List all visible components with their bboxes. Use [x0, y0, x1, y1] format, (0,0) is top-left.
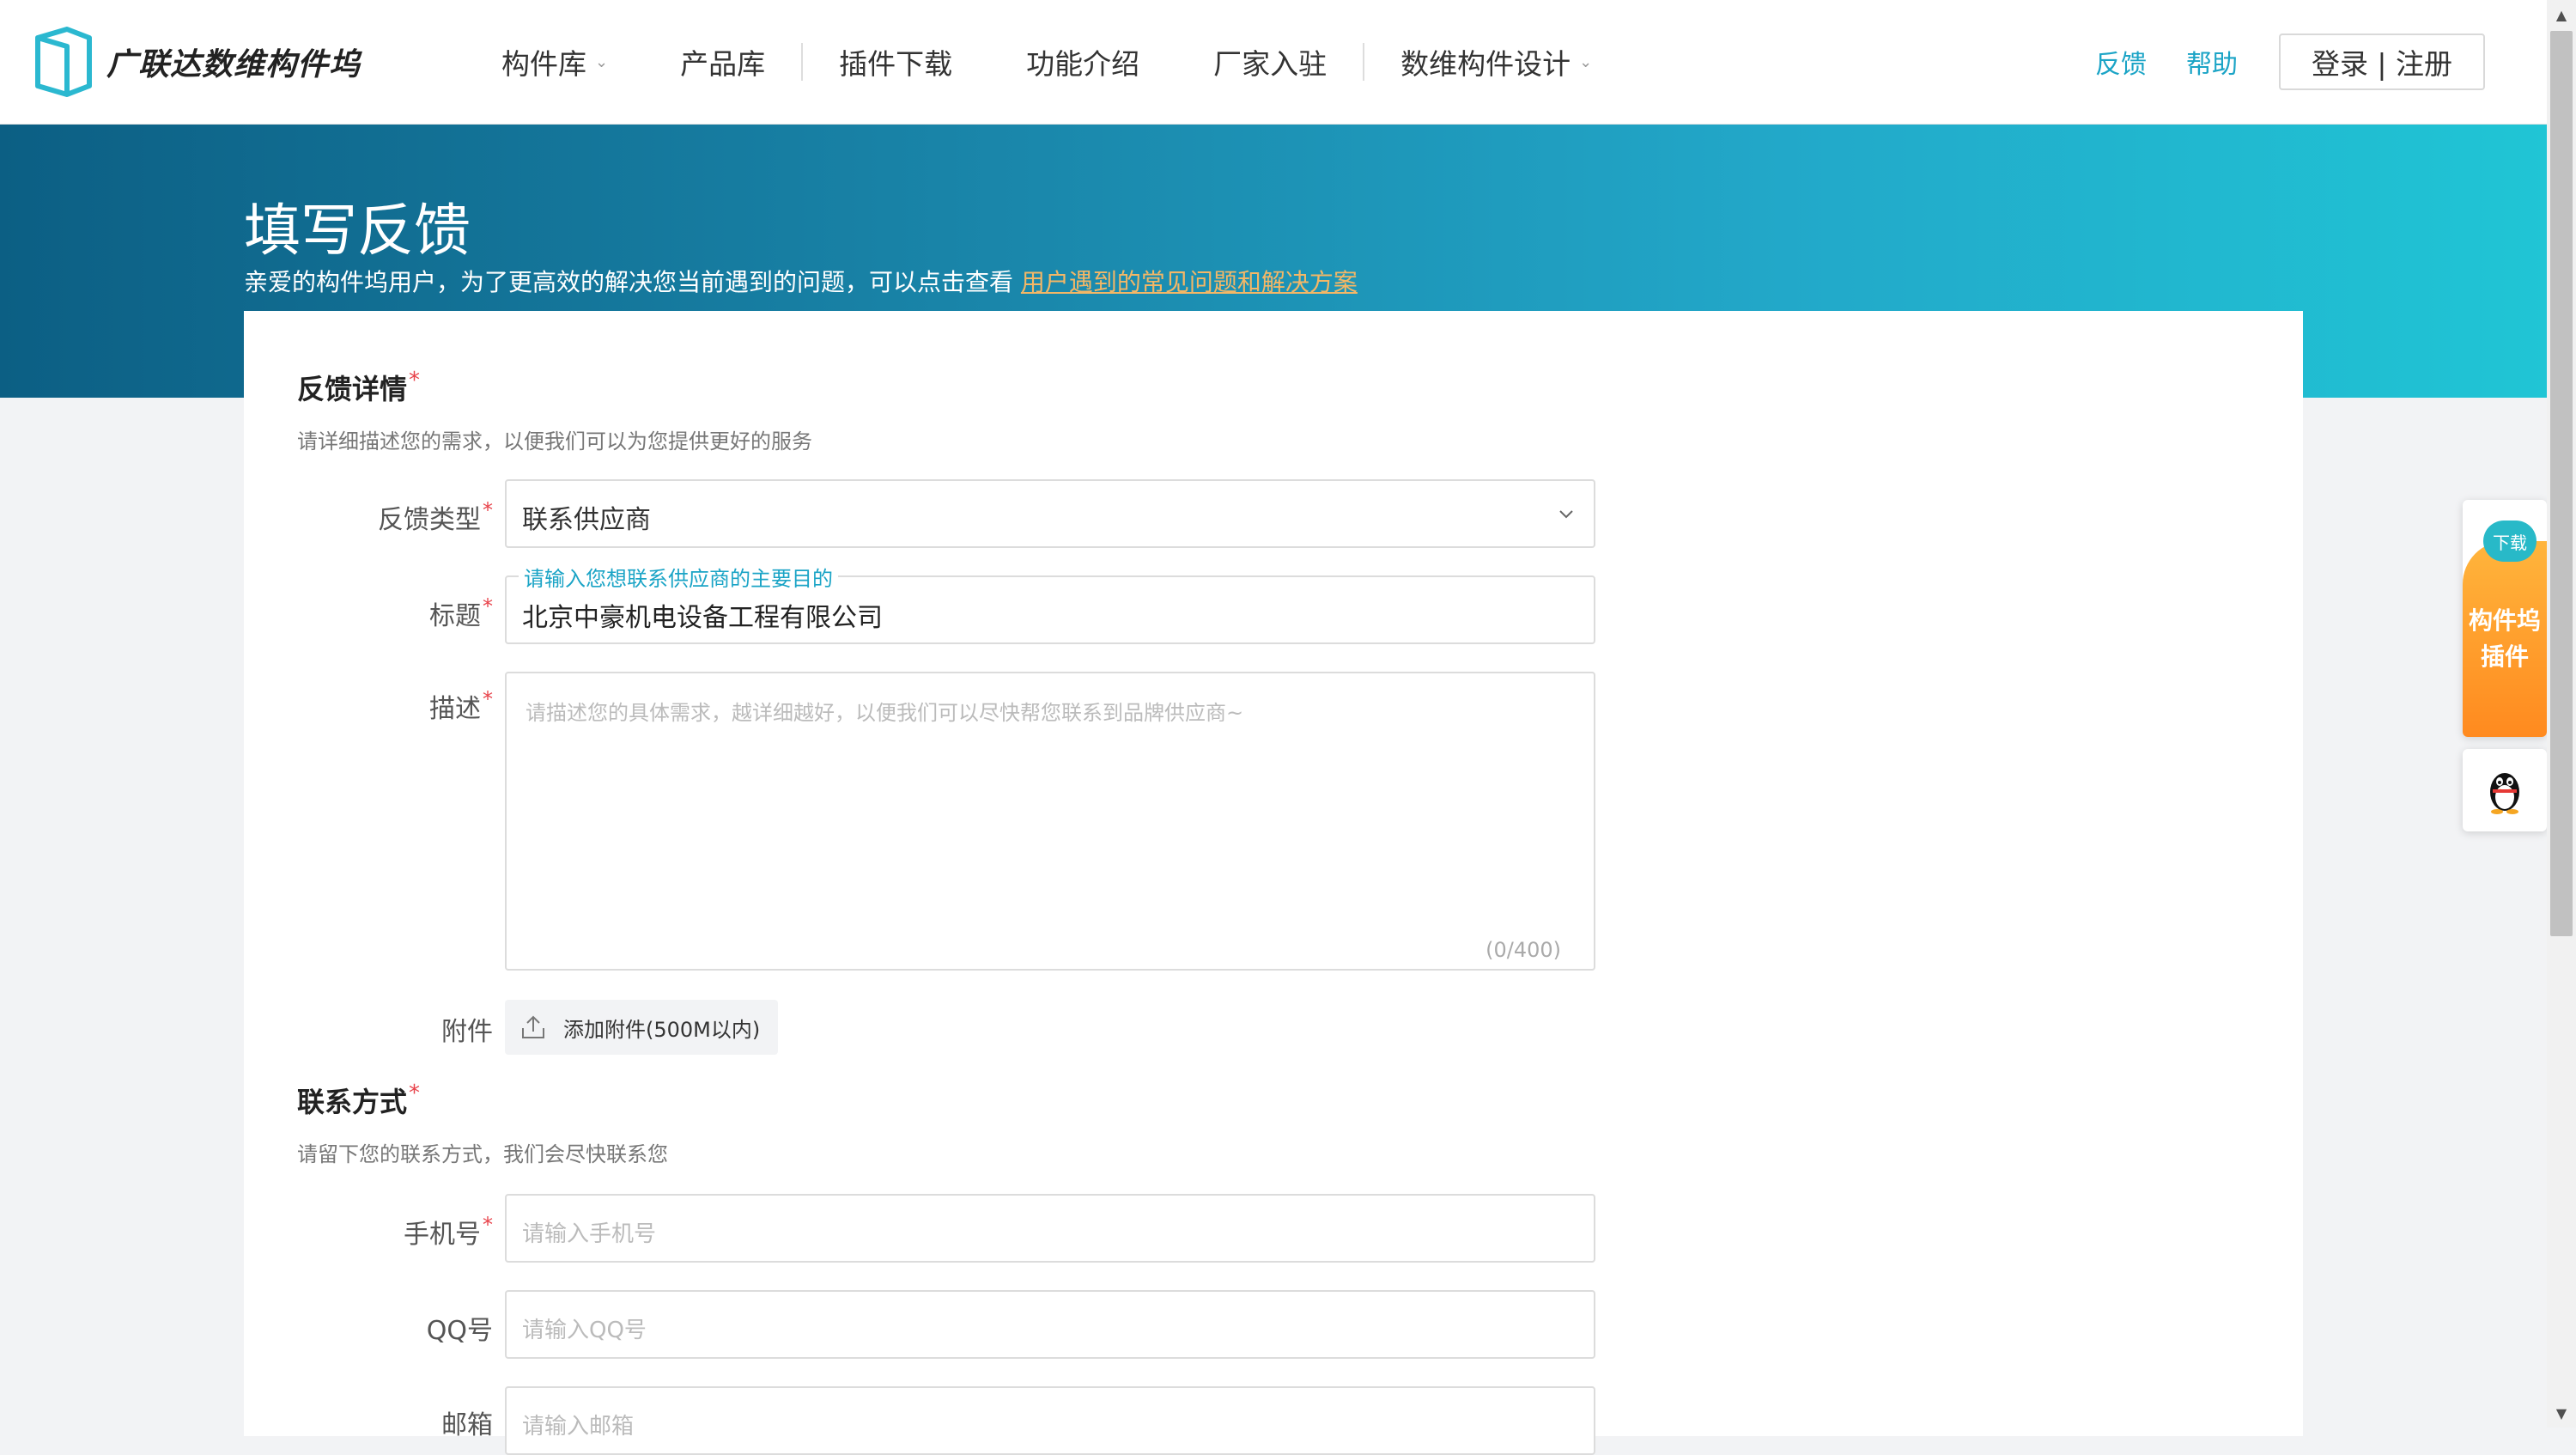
plugin-line-1: 构件坞 [2468, 606, 2541, 635]
phone-label: 手机号* [244, 1213, 493, 1251]
logo-mark-icon[interactable] [33, 26, 94, 98]
section-title-contact: 联系方式* [297, 1081, 420, 1120]
nav-item-label: 厂家入驻 [1213, 47, 1327, 81]
nav-item-product-library[interactable]: 产品库 [680, 41, 765, 82]
description-textarea[interactable]: 请描述您的具体需求，越详细越好，以便我们可以尽快帮您联系到品牌供应商~ (0/4… [505, 672, 1595, 971]
label-text: 描述 [429, 694, 481, 724]
nav-item-plugin-download[interactable]: 插件下载 [839, 41, 952, 82]
page-title: 填写反馈 [244, 198, 471, 264]
plugin-line-2: 插件 [2480, 642, 2529, 671]
nav-divider [1363, 43, 1365, 81]
required-mark: * [483, 498, 493, 522]
brand-name[interactable]: 广联达数维构件坞 [106, 40, 361, 84]
feedback-type-value: 联系供应商 [522, 505, 651, 535]
nav-item-component-library[interactable]: 构件库 ⌄ [501, 41, 608, 82]
title-value: 北京中豪机电设备工程有限公司 [522, 603, 883, 633]
required-mark: * [483, 594, 493, 618]
top-header: 广联达数维构件坞 构件库 ⌄ 产品库 插件下载 功能介绍 厂家入驻 数维构件设计… [0, 0, 2547, 125]
phone-input[interactable]: 请输入手机号 [505, 1194, 1595, 1263]
section-title-text: 反馈详情 [297, 373, 408, 405]
add-attachment-label: 添加附件(500M以内) [563, 1017, 761, 1042]
faq-link[interactable]: 用户遇到的常见问题和解决方案 [1021, 268, 1358, 296]
banner-subtitle: 亲爱的构件坞用户，为了更高效的解决您当前遇到的问题，可以点击查看 用户遇到的常见… [244, 264, 1358, 298]
phone-placeholder: 请输入手机号 [522, 1221, 657, 1247]
description-placeholder: 请描述您的具体需求，越详细越好，以便我们可以尽快帮您联系到品牌供应商~ [526, 701, 1244, 725]
chevron-down-icon: ⌄ [595, 52, 609, 71]
char-counter: (0/400) [1485, 938, 1561, 962]
banner-subtitle-text: 亲爱的构件坞用户，为了更高效的解决您当前遇到的问题，可以点击查看 [244, 268, 1021, 296]
add-attachment-button[interactable]: 添加附件(500M以内) [505, 1000, 778, 1055]
feedback-type-label: 反馈类型* [244, 498, 493, 536]
required-mark: * [409, 368, 421, 393]
email-label: 邮箱 [441, 1410, 493, 1440]
scroll-up-arrow-icon[interactable]: ▲ [2547, 0, 2576, 29]
qq-penguin-icon [2490, 773, 2519, 814]
nav-item-features[interactable]: 功能介绍 [1026, 41, 1139, 82]
label-text: 手机号 [404, 1220, 481, 1250]
nav-divider [801, 43, 804, 81]
plugin-widget-text: 构件坞 插件 [2463, 603, 2547, 675]
attachment-label: 附件 [441, 1017, 493, 1047]
nav-item-label: 构件库 [501, 47, 586, 81]
qq-placeholder: 请输入QQ号 [522, 1318, 647, 1343]
upload-icon [522, 1015, 544, 1038]
description-label: 描述* [244, 687, 493, 725]
header-actions: 反馈 帮助 登录 | 注册 [2095, 0, 2485, 124]
required-mark: * [409, 1081, 421, 1106]
page-scrollbar[interactable]: ▲ ▼ [2547, 0, 2576, 1428]
chevron-down-icon [1559, 510, 1573, 519]
qq-input[interactable]: 请输入QQ号 [505, 1290, 1595, 1359]
chevron-down-icon: ⌄ [1579, 52, 1593, 71]
section-desc-details: 请详细描述您的需求，以便我们可以为您提供更好的服务 [297, 429, 812, 454]
scrollbar-thumb[interactable] [2550, 31, 2573, 936]
feedback-form-card: 反馈详情* 请详细描述您的需求，以便我们可以为您提供更好的服务 反馈类型* 联系… [244, 311, 2303, 1455]
qq-contact-widget[interactable] [2463, 749, 2547, 831]
email-input[interactable]: 请输入邮箱 [505, 1386, 1595, 1455]
section-title-text: 联系方式 [297, 1086, 408, 1118]
title-label: 标题* [244, 594, 493, 632]
nav-item-label: 功能介绍 [1026, 47, 1140, 81]
main-nav: 构件库 ⌄ 产品库 插件下载 功能介绍 厂家入驻 数维构件设计 ⌄ [501, 0, 1592, 124]
title-float-label: 请输入您想联系供应商的主要目的 [519, 562, 838, 592]
help-link[interactable]: 帮助 [2186, 43, 2238, 81]
plugin-download-badge: 下载 [2483, 521, 2537, 562]
section-title-details: 反馈详情* [297, 368, 420, 407]
section-desc-contact: 请留下您的联系方式，我们会尽快联系您 [297, 1142, 668, 1166]
plugin-download-widget[interactable]: 下载 构件坞 插件 [2463, 500, 2547, 737]
nav-item-label: 产品库 [680, 47, 766, 81]
login-register-button[interactable]: 登录 | 注册 [2279, 33, 2485, 90]
label-text: 标题 [429, 601, 481, 631]
label-text: 反馈类型 [378, 505, 481, 535]
required-mark: * [483, 1213, 493, 1237]
nav-item-label: 插件下载 [839, 47, 953, 81]
nav-item-vendor-join[interactable]: 厂家入驻 [1213, 41, 1327, 82]
feedback-type-select[interactable]: 联系供应商 [505, 479, 1595, 548]
email-placeholder: 请输入邮箱 [522, 1414, 635, 1440]
nav-item-label: 数维构件设计 [1400, 47, 1571, 81]
qq-label: QQ号 [426, 1316, 493, 1346]
title-input[interactable]: 请输入您想联系供应商的主要目的 北京中豪机电设备工程有限公司 [505, 562, 1595, 644]
feedback-link[interactable]: 反馈 [2095, 43, 2147, 81]
scroll-down-arrow-icon[interactable]: ▼ [2547, 1398, 2576, 1428]
required-mark: * [483, 687, 493, 711]
nav-item-component-design[interactable]: 数维构件设计 ⌄ [1400, 41, 1592, 82]
